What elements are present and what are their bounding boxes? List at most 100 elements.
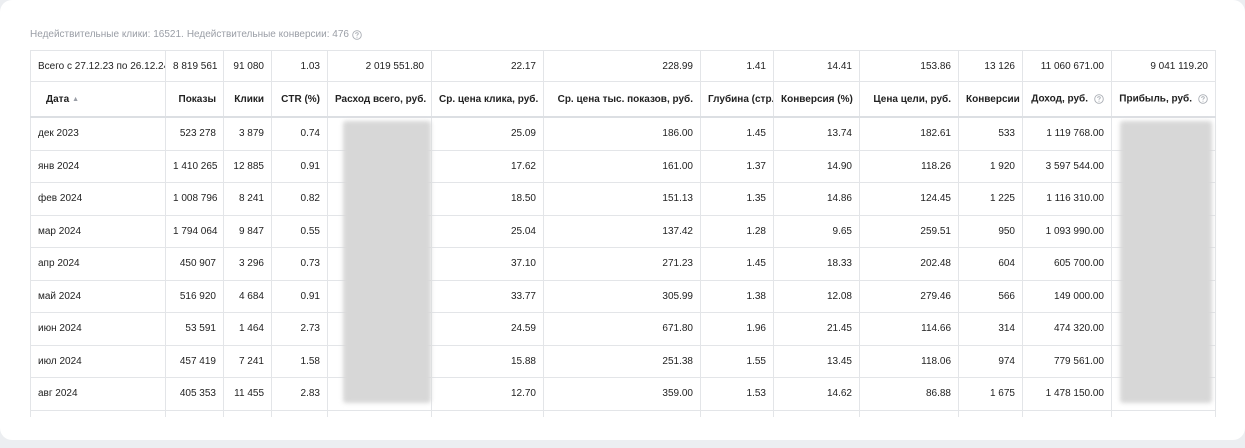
cost-per-goal-cell: 114.66 xyxy=(859,312,959,346)
date-cell: апр 2024 xyxy=(30,247,166,281)
total-conversions-cell: 13 126 xyxy=(958,50,1023,82)
column-header-cost-per-goal[interactable]: Цена цели, руб. xyxy=(859,81,959,118)
depth-cell: 1.35 xyxy=(700,182,774,216)
table-row[interactable]: дек 2023 523 278 3 879 0.74 25.09 186.00 1.45 1… xyxy=(30,116,1216,151)
table-row[interactable]: мар 2024 1 794 064 9 847 0.55 25.04 137.42 1.2… xyxy=(30,214,1216,248)
statistics-table: Всего с 27.12.23 по 26.12.24 8 819 561 9… xyxy=(30,50,1216,417)
table-row[interactable]: май 2024 516 920 4 684 0.91 33.77 305.99 1.38 1… xyxy=(30,279,1216,313)
column-header-spend[interactable]: Расход всего, руб. xyxy=(327,81,432,118)
revenue-cell: 474 320.00 xyxy=(1022,312,1112,346)
conversions-cell: 1 225 xyxy=(958,182,1023,216)
impressions-cell: 450 907 xyxy=(165,247,224,281)
column-header-avg-cpc[interactable]: Ср. цена клика, руб. xyxy=(431,81,544,118)
avg-cpc-cell: 15.88 xyxy=(431,344,544,378)
partial-cell xyxy=(1022,409,1112,417)
help-circle-icon[interactable] xyxy=(1093,93,1104,104)
conversions-cell: 974 xyxy=(958,344,1023,378)
depth-cell: 1.37 xyxy=(700,149,774,183)
column-header-label: Конверсии xyxy=(966,93,1020,105)
help-circle-icon[interactable] xyxy=(1197,93,1208,104)
total-avg-cpc-cell: 22.17 xyxy=(431,50,544,82)
conversion-rate-cell: 14.86 xyxy=(773,182,860,216)
avg-cpc-cell: 37.10 xyxy=(431,247,544,281)
partial-cell xyxy=(431,409,544,417)
clicks-cell: 11 455 xyxy=(223,377,272,411)
total-conversion-rate-cell: 14.41 xyxy=(773,50,860,82)
conversions-cell: 566 xyxy=(958,279,1023,313)
column-header-profit[interactable]: Прибыль, руб. xyxy=(1111,81,1216,118)
conversion-rate-cell: 13.45 xyxy=(773,344,860,378)
date-cell: янв 2024 xyxy=(30,149,166,183)
avg-cpc-cell: 25.09 xyxy=(431,116,544,151)
partial-cell xyxy=(1111,409,1216,417)
impressions-cell: 53 591 xyxy=(165,312,224,346)
table-row[interactable]: фев 2024 1 008 796 8 241 0.82 18.50 151.13 1.3… xyxy=(30,182,1216,216)
avg-cpm-cell: 671.80 xyxy=(543,312,701,346)
depth-cell: 1.45 xyxy=(700,247,774,281)
clicks-cell: 12 885 xyxy=(223,149,272,183)
partial-cell xyxy=(30,409,166,417)
column-header-clicks[interactable]: Клики xyxy=(223,81,272,118)
clicks-cell: 7 241 xyxy=(223,344,272,378)
avg-cpm-cell: 151.13 xyxy=(543,182,701,216)
partial-cell xyxy=(543,409,701,417)
depth-cell: 1.55 xyxy=(700,344,774,378)
table-row[interactable]: июн 2024 53 591 1 464 2.73 24.59 671.80 1.96 21… xyxy=(30,312,1216,346)
impressions-cell: 1 410 265 xyxy=(165,149,224,183)
cost-per-goal-cell: 124.45 xyxy=(859,182,959,216)
total-profit-cell: 9 041 119.20 xyxy=(1111,50,1216,82)
avg-cpc-cell: 25.04 xyxy=(431,214,544,248)
table-row[interactable]: янв 2024 1 410 265 12 885 0.91 17.62 161.00 1.… xyxy=(30,149,1216,183)
sort-ascending-icon[interactable]: ▲ xyxy=(72,96,79,103)
column-header-date[interactable]: Дата ▲ xyxy=(30,81,166,118)
conversions-cell: 1 920 xyxy=(958,149,1023,183)
column-header-conversions[interactable]: Конверсии xyxy=(958,81,1023,118)
cost-per-goal-cell: 202.48 xyxy=(859,247,959,281)
column-header-impressions[interactable]: Показы xyxy=(165,81,224,118)
revenue-cell: 1 116 310.00 xyxy=(1022,182,1112,216)
table-row[interactable]: июл 2024 457 419 7 241 1.58 15.88 251.38 1.55 1… xyxy=(30,344,1216,378)
depth-cell: 1.45 xyxy=(700,116,774,151)
impressions-cell: 516 920 xyxy=(165,279,224,313)
conversion-rate-cell: 18.33 xyxy=(773,247,860,281)
column-header-depth[interactable]: Глубина (стр.) xyxy=(700,81,774,118)
date-cell: июн 2024 xyxy=(30,312,166,346)
column-header-label: Клики xyxy=(234,93,264,105)
ctr-cell: 0.73 xyxy=(271,247,328,281)
date-cell: июл 2024 xyxy=(30,344,166,378)
statistics-report-card: Недействительные клики: 16521. Недействи… xyxy=(0,0,1245,440)
column-header-avg-cpm[interactable]: Ср. цена тыс. показов, руб. xyxy=(543,81,701,118)
avg-cpm-cell: 305.99 xyxy=(543,279,701,313)
cost-per-goal-cell: 118.06 xyxy=(859,344,959,378)
avg-cpm-cell: 137.42 xyxy=(543,214,701,248)
invalid-activity-note: Недействительные клики: 16521. Недействи… xyxy=(30,29,363,40)
column-header-label: Показы xyxy=(178,93,217,105)
revenue-cell: 779 561.00 xyxy=(1022,344,1112,378)
avg-cpm-cell: 186.00 xyxy=(543,116,701,151)
conversion-rate-cell: 13.74 xyxy=(773,116,860,151)
clicks-cell: 3 296 xyxy=(223,247,272,281)
column-header-label: Ср. цена тыс. показов, руб. xyxy=(557,93,693,105)
conversion-rate-cell: 14.62 xyxy=(773,377,860,411)
conversion-rate-cell: 14.90 xyxy=(773,149,860,183)
avg-cpc-cell: 33.77 xyxy=(431,279,544,313)
depth-cell: 1.96 xyxy=(700,312,774,346)
table-row[interactable]: апр 2024 450 907 3 296 0.73 37.10 271.23 1.45 1… xyxy=(30,247,1216,281)
revenue-cell: 149 000.00 xyxy=(1022,279,1112,313)
impressions-cell: 457 419 xyxy=(165,344,224,378)
ctr-cell: 0.91 xyxy=(271,149,328,183)
redacted-spend-column xyxy=(343,121,431,403)
column-header-label: Цена цели, руб. xyxy=(873,93,951,105)
table-row[interactable]: авг 2024 405 353 11 455 2.83 12.70 359.00 1.53… xyxy=(30,377,1216,411)
date-cell: дек 2023 xyxy=(30,116,166,151)
revenue-cell: 3 597 544.00 xyxy=(1022,149,1112,183)
conversion-rate-cell: 21.45 xyxy=(773,312,860,346)
column-header-ctr[interactable]: CTR (%) xyxy=(271,81,328,118)
total-period-cell: Всего с 27.12.23 по 26.12.24 xyxy=(30,50,166,82)
help-circle-icon[interactable] xyxy=(352,29,363,40)
column-header-conversion-rate[interactable]: Конверсия (%) xyxy=(773,81,860,118)
column-header-revenue[interactable]: Доход, руб. xyxy=(1022,81,1112,118)
redacted-profit-column xyxy=(1120,121,1212,403)
partial-cell xyxy=(773,409,860,417)
ctr-cell: 0.55 xyxy=(271,214,328,248)
